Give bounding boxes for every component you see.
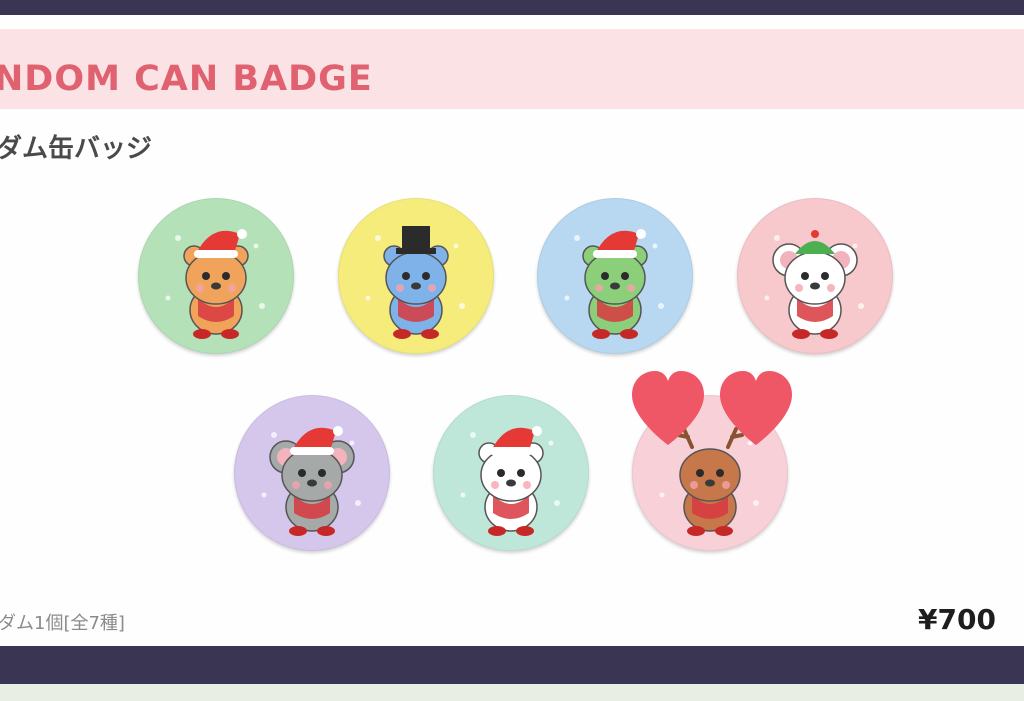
lottery-note: ダム1個[全7種]	[0, 613, 125, 634]
mouse-icon	[764, 230, 864, 339]
heart-icon	[720, 371, 792, 445]
hearts-sticker	[632, 371, 792, 445]
next-card-edge	[0, 684, 1024, 701]
title-band: NDOM CAN BADGE	[0, 29, 1024, 109]
product-card: NDOM CAN BADGE ダム缶バッジ ダム1個[全7種] ¥700	[0, 12, 1024, 646]
badge-tiger	[138, 198, 294, 354]
tiger-icon	[165, 229, 265, 339]
product-title: NDOM CAN BADGE	[0, 59, 373, 99]
top-frame	[0, 0, 1024, 12]
badge-koala	[234, 395, 390, 551]
product-subtitle: ダム缶バッジ	[0, 134, 153, 164]
dog-icon	[564, 229, 664, 339]
bear-icon	[365, 226, 465, 339]
price-label: ¥700	[918, 603, 996, 636]
heart-icon	[632, 371, 704, 445]
badge-mouse	[737, 198, 893, 354]
polar-bear-icon	[460, 426, 560, 536]
badge-dog	[537, 198, 693, 354]
bottom-frame	[0, 646, 1024, 684]
badge-polar-bear	[433, 395, 589, 551]
badge-bear	[338, 198, 494, 354]
koala-icon	[261, 426, 361, 536]
